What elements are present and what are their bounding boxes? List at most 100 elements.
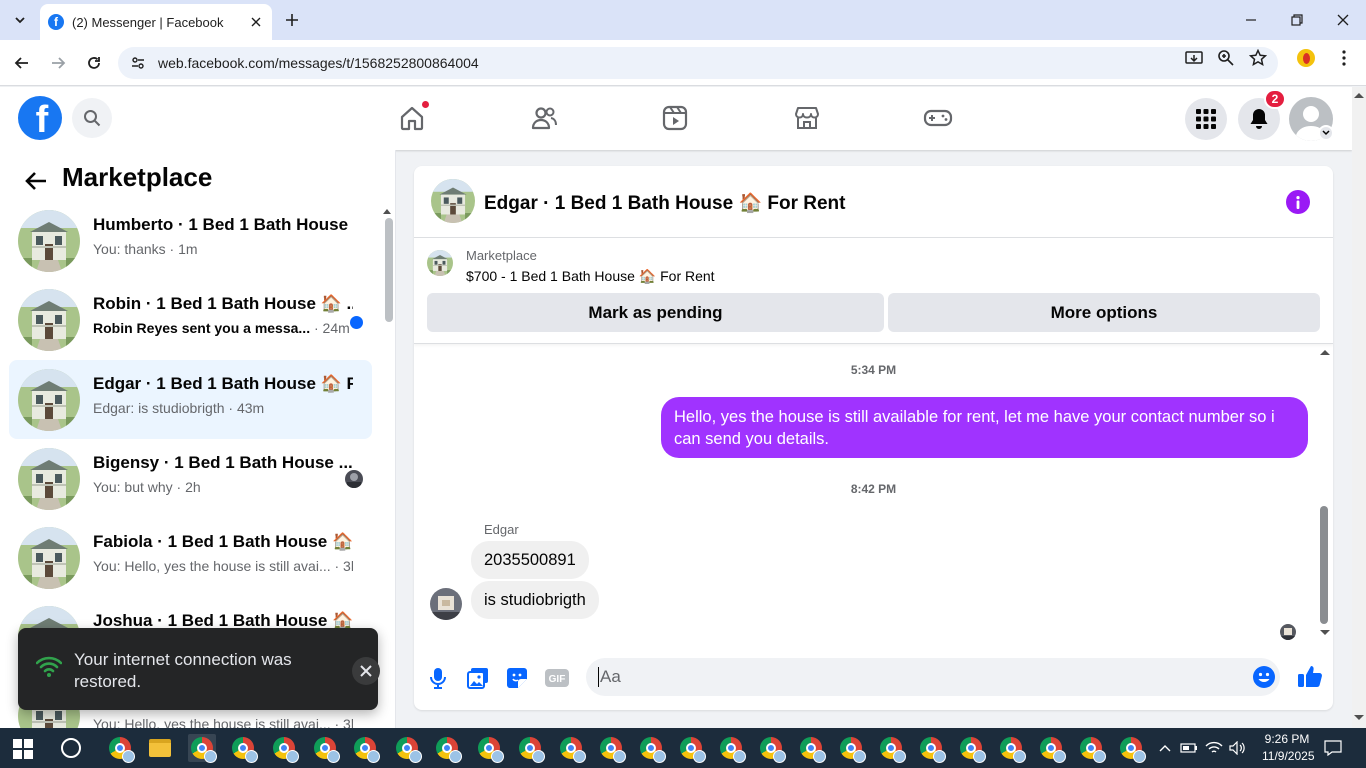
minimize-icon[interactable]	[1228, 0, 1274, 40]
close-toast-icon[interactable]	[352, 657, 380, 685]
taskbar-clock[interactable]: 9:26 PM 11/9/2025	[1262, 731, 1315, 765]
conversation-row[interactable]: Fabiola · 1 Bed 1 Bath House 🏠 ... You: H…	[9, 518, 372, 597]
new-tab-icon[interactable]	[281, 9, 303, 31]
sender-avatar[interactable]	[430, 588, 462, 620]
chrome-icon[interactable]	[957, 734, 986, 763]
chrome-icon[interactable]	[311, 734, 340, 763]
chat-listing-avatar[interactable]	[431, 179, 475, 223]
conversation-row[interactable]: Edgar · 1 Bed 1 Bath House 🏠 F... Edgar: …	[9, 360, 372, 439]
facebook-logo-icon[interactable]: f	[18, 96, 62, 140]
install-app-icon[interactable]	[1184, 48, 1204, 68]
battery-icon[interactable]	[1179, 738, 1199, 758]
chrome-icon[interactable]	[557, 734, 586, 763]
conversation-preview: You: thanks · 1m	[93, 241, 353, 257]
chat-title[interactable]: Edgar · 1 Bed 1 Bath House 🏠 For Rent	[484, 191, 845, 215]
friends-icon[interactable]	[529, 103, 559, 133]
gaming-icon[interactable]	[923, 103, 953, 133]
chrome-icon[interactable]	[997, 734, 1026, 763]
menu-grid-icon[interactable]	[1185, 98, 1227, 140]
page-scrollbar[interactable]	[1352, 87, 1366, 728]
chrome-icon[interactable]	[393, 734, 422, 763]
listing-thumbnail	[18, 289, 80, 351]
conversation-name: Robin · 1 Bed 1 Bath House 🏠 ...	[93, 294, 353, 313]
restore-icon[interactable]	[1274, 0, 1320, 40]
close-tab-icon[interactable]	[246, 12, 266, 32]
message-input[interactable]	[600, 667, 1200, 687]
address-bar[interactable]: web.facebook.com/messages/t/156825280086…	[118, 47, 1278, 79]
notification-center-icon[interactable]	[1323, 738, 1343, 758]
sticker-icon[interactable]	[504, 665, 530, 691]
incoming-message[interactable]: 2035500891	[471, 541, 589, 579]
taskbar-time: 9:26 PM	[1264, 732, 1310, 746]
back-arrow-icon[interactable]	[22, 167, 50, 195]
attach-photo-icon[interactable]	[465, 665, 491, 691]
back-icon[interactable]	[10, 51, 34, 75]
chrome-icon[interactable]	[229, 734, 258, 763]
volume-icon[interactable]	[1228, 738, 1248, 758]
conversation-row[interactable]: Humberto · 1 Bed 1 Bath House ... You: th…	[9, 201, 372, 280]
browser-toolbar: web.facebook.com/messages/t/156825280086…	[0, 40, 1366, 86]
windows-start-icon[interactable]	[13, 739, 33, 759]
like-thumbs-up-icon[interactable]	[1296, 662, 1324, 690]
chrome-icon[interactable]	[188, 734, 217, 763]
conversation-preview: You: Hello, yes the house is still avai.…	[93, 716, 353, 728]
watch-video-icon[interactable]	[660, 103, 690, 133]
conversation-row[interactable]: Robin · 1 Bed 1 Bath House 🏠 ... Robin Re…	[9, 280, 372, 359]
file-explorer-icon[interactable]	[146, 734, 174, 762]
chrome-icon[interactable]	[677, 734, 706, 763]
incoming-message[interactable]: is studiobrigth	[471, 581, 599, 619]
chrome-icon[interactable]	[475, 734, 504, 763]
chrome-icon[interactable]	[597, 734, 626, 763]
thread-scrollbar-thumb[interactable]	[1320, 506, 1328, 624]
voice-clip-icon[interactable]	[425, 665, 451, 691]
taskbar-search-icon[interactable]	[61, 738, 81, 758]
conversation-name: Bigensy · 1 Bed 1 Bath House ...	[93, 453, 353, 472]
chrome-icon[interactable]	[433, 734, 462, 763]
chrome-icon[interactable]	[797, 734, 826, 763]
network-wifi-icon[interactable]	[1204, 738, 1224, 758]
chrome-icon[interactable]	[717, 734, 746, 763]
close-window-icon[interactable]	[1320, 0, 1366, 40]
info-icon[interactable]	[1286, 190, 1310, 214]
message-composer: GIF	[414, 646, 1333, 710]
chrome-icon[interactable]	[637, 734, 666, 763]
text-caret	[598, 667, 599, 687]
bookmark-star-icon[interactable]	[1248, 48, 1268, 68]
conversation-preview: You: Hello, yes the house is still avai.…	[93, 558, 353, 574]
mark-as-pending-button[interactable]: Mark as pending	[427, 293, 884, 332]
chrome-icon[interactable]	[917, 734, 946, 763]
chrome-icon[interactable]	[1037, 734, 1066, 763]
zoom-icon[interactable]	[1216, 48, 1236, 68]
extension-icon[interactable]	[1296, 48, 1316, 68]
chrome-icon[interactable]	[757, 734, 786, 763]
account-chevron-down-icon[interactable]	[1318, 125, 1334, 141]
chrome-icon[interactable]	[270, 734, 299, 763]
chrome-icon[interactable]	[837, 734, 866, 763]
message-timestamp: 8:42 PM	[850, 482, 897, 496]
tray-chevron-up-icon[interactable]	[1155, 738, 1175, 758]
tab-search-chevron-icon[interactable]	[8, 8, 32, 32]
search-icon[interactable]	[72, 98, 112, 138]
chrome-icon[interactable]	[516, 734, 545, 763]
forward-icon[interactable]	[46, 51, 70, 75]
url-text: web.facebook.com/messages/t/156825280086…	[158, 55, 479, 71]
outgoing-message[interactable]: Hello, yes the house is still available …	[661, 397, 1308, 458]
chrome-icon[interactable]	[1117, 734, 1146, 763]
chrome-icon[interactable]	[106, 734, 135, 763]
listing-price-title[interactable]: $700 - 1 Bed 1 Bath House 🏠 For Rent	[466, 268, 715, 285]
reload-icon[interactable]	[82, 51, 106, 75]
marketplace-icon[interactable]	[792, 103, 822, 133]
emoji-icon[interactable]	[1252, 665, 1276, 689]
more-options-button[interactable]: More options	[888, 293, 1320, 332]
chrome-icon[interactable]	[877, 734, 906, 763]
listing-thumbnail[interactable]	[427, 250, 453, 276]
gif-icon[interactable]: GIF	[544, 665, 570, 691]
conversation-row[interactable]: Bigensy · 1 Bed 1 Bath House ... You: but…	[9, 439, 372, 518]
panel-scrollbar-thumb[interactable]	[385, 218, 393, 322]
site-info-icon[interactable]	[130, 55, 146, 71]
browser-tab[interactable]: f (2) Messenger | Facebook	[40, 4, 272, 40]
browser-menu-icon[interactable]	[1334, 48, 1354, 68]
chrome-icon[interactable]	[1077, 734, 1106, 763]
chrome-icon[interactable]	[351, 734, 380, 763]
message-input-box[interactable]	[586, 658, 1280, 696]
